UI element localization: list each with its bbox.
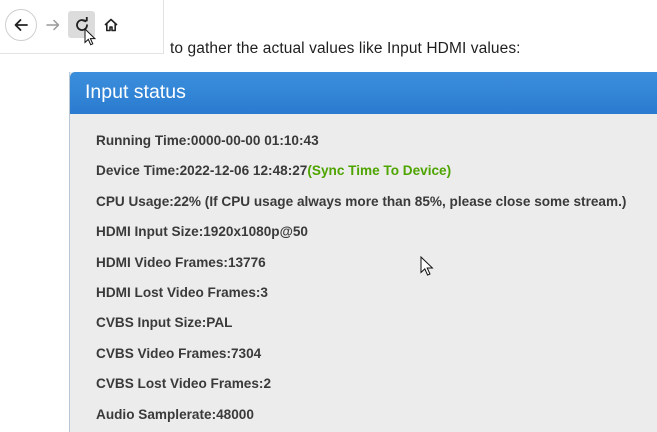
home-button[interactable]: [96, 10, 126, 40]
cvbs-lost-frames-row: CVBS Lost Video Frames:2: [96, 376, 272, 392]
reload-icon: [75, 16, 88, 31]
running-time-row: Running Time:0000-00-00 01:10:43: [96, 133, 319, 148]
panel-title: Input status: [85, 81, 186, 103]
reload-button[interactable]: [68, 11, 95, 38]
home-icon: [104, 18, 118, 32]
sync-time-link[interactable]: (Sync Time To Device): [307, 163, 451, 178]
device-time-row: Device Time:2022-12-06 12:48:27(Sync Tim…: [96, 162, 626, 192]
browser-toolbar: [0, 0, 164, 54]
hdmi-input-size-row: HDMI Input Size:1920x1080p@50: [96, 224, 308, 240]
status-list: Running Time:0000-00-00 01:10:43 Device …: [96, 132, 626, 432]
hdmi-lost-frames-row: HDMI Lost Video Frames:3: [96, 284, 268, 300]
cvbs-video-frames-row: CVBS Video Frames:7304: [96, 345, 262, 361]
hdmi-video-frames-row: HDMI Video Frames:13776: [96, 254, 266, 270]
panel-header: Input status: [70, 72, 657, 114]
arrow-right-icon: [46, 19, 60, 31]
arrow-left-icon: [14, 19, 28, 31]
back-button[interactable]: [5, 9, 37, 41]
device-time-value: Device Time:2022-12-06 12:48:27: [96, 163, 308, 179]
input-status-panel: Input status Running Time:0000-00-00 01:…: [69, 72, 657, 432]
cvbs-input-size-row: CVBS Input Size:PAL: [96, 315, 233, 331]
audio-samplerate-row: Audio Samplerate:48000: [96, 406, 254, 422]
caption-text: to gather the actual values like Input H…: [170, 40, 521, 57]
cpu-usage-row: CPU Usage:22% (If CPU usage always more …: [96, 193, 627, 209]
forward-button[interactable]: [38, 10, 68, 40]
